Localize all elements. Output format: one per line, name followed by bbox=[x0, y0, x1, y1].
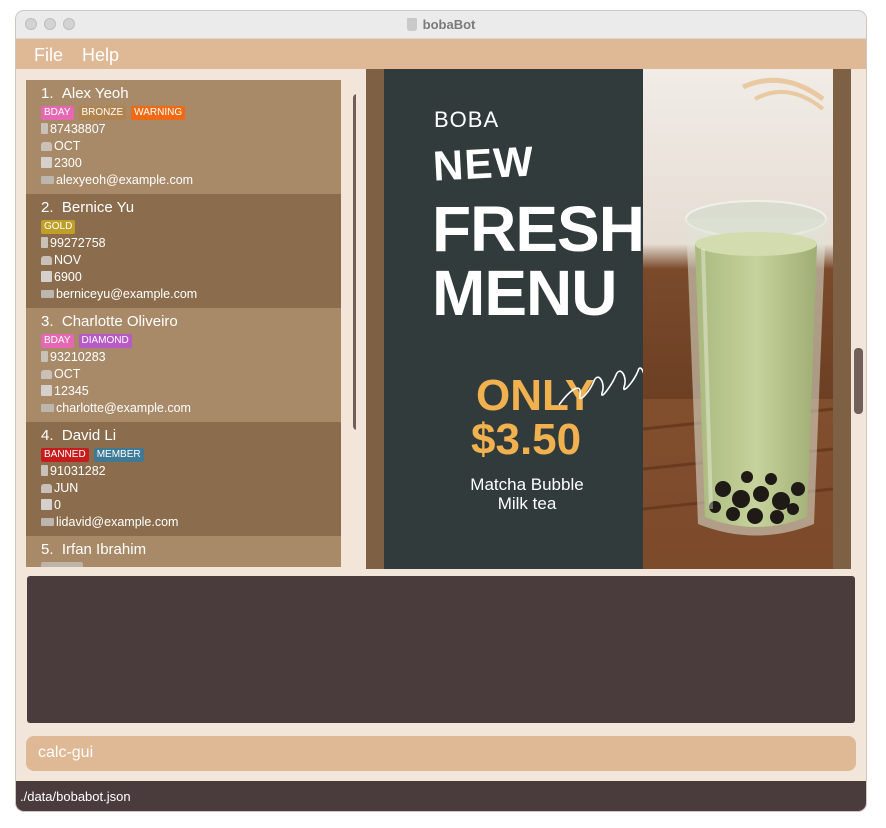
tag-badge: MEMBER bbox=[93, 448, 144, 462]
window-title: bobaBot bbox=[16, 17, 866, 32]
tag-badge: WARNING bbox=[131, 106, 186, 120]
birthday-field: NOV bbox=[41, 253, 81, 267]
swirl-decoration bbox=[558, 367, 646, 406]
tag-badge: BANNED bbox=[41, 448, 89, 462]
mail-icon bbox=[41, 518, 54, 526]
points-field: 2300 bbox=[41, 156, 82, 170]
points-field: 12345 bbox=[41, 384, 89, 398]
cake-icon bbox=[41, 370, 52, 379]
customer-tags: BDAY BRONZE WARNING bbox=[41, 106, 190, 120]
customer-name: 3. Charlotte Oliveiro bbox=[41, 313, 178, 330]
email-field: berniceyu@example.com bbox=[41, 287, 197, 301]
customer-tags: BANNED MEMBER bbox=[41, 448, 149, 462]
poster-brand: BOBA bbox=[434, 107, 500, 132]
matcha-drink-illustration bbox=[643, 69, 833, 569]
phone-icon bbox=[41, 465, 48, 476]
customer-card[interactable]: 2. Bernice Yu GOLD 99272758 NOV 6900 ber… bbox=[26, 194, 341, 308]
customer-name: 5. Irfan Ibrahim bbox=[41, 541, 147, 558]
customer-tags: BDAY DIAMOND bbox=[41, 334, 137, 348]
tag-badge: BDAY bbox=[41, 106, 74, 120]
command-input-text: calc-gui bbox=[38, 744, 94, 761]
menu-file[interactable]: File bbox=[34, 45, 63, 66]
boba-cup-icon bbox=[406, 18, 417, 31]
customer-card[interactable]: 1. Alex Yeoh BDAY BRONZE WARNING 87438807 … bbox=[26, 80, 341, 194]
menu-bar: File Help bbox=[16, 39, 866, 69]
status-bar: ./data/bobabot.json bbox=[16, 781, 866, 811]
poster-headline-fresh-menu: FRESH MENU bbox=[432, 193, 645, 329]
points-field: 0 bbox=[41, 498, 61, 512]
phone-field: 99272758 bbox=[41, 236, 106, 250]
phone-icon bbox=[41, 351, 48, 362]
tag-badge: DIAMOND bbox=[78, 334, 132, 348]
data-file-path: ./data/bobabot.json bbox=[20, 789, 131, 804]
mail-icon bbox=[41, 404, 54, 412]
matcha-drink-photo bbox=[643, 69, 833, 569]
email-field: lidavid@example.com bbox=[41, 515, 178, 529]
customer-card[interactable]: 3. Charlotte Oliveiro BDAY DIAMOND 932102… bbox=[26, 308, 341, 422]
phone-icon bbox=[41, 237, 48, 248]
birthday-field: OCT bbox=[41, 367, 80, 381]
phone-icon bbox=[41, 123, 48, 134]
email-field: alexyeoh@example.com bbox=[41, 173, 193, 187]
tag-badge: GOLD bbox=[41, 220, 76, 234]
cake-icon bbox=[41, 256, 52, 265]
tag-badge bbox=[41, 562, 83, 567]
tag-badge: BRONZE bbox=[78, 106, 127, 120]
title-bar: bobaBot bbox=[16, 11, 866, 39]
gift-icon bbox=[41, 499, 52, 510]
mail-icon bbox=[41, 290, 54, 298]
birthday-field: JUN bbox=[41, 481, 78, 495]
points-field: 6900 bbox=[41, 270, 82, 284]
promo-image-panel: BOBA NEW FRESH MENU ONLY $3.50 Matcha Bub… bbox=[366, 69, 866, 569]
menu-help[interactable]: Help bbox=[82, 45, 119, 66]
tag-badge: BDAY bbox=[41, 334, 74, 348]
customer-list-scrollbar[interactable] bbox=[353, 94, 356, 430]
result-display bbox=[27, 576, 855, 723]
gift-icon bbox=[41, 271, 52, 282]
email-field: charlotte@example.com bbox=[41, 401, 191, 415]
customer-list[interactable]: 1. Alex Yeoh BDAY BRONZE WARNING 87438807 … bbox=[26, 80, 356, 567]
poster-product: Matcha Bubble Milk tea bbox=[470, 475, 584, 513]
phone-field: 91031282 bbox=[41, 464, 106, 478]
customer-tags bbox=[41, 562, 88, 567]
cake-icon bbox=[41, 142, 52, 151]
mail-icon bbox=[41, 176, 54, 184]
promo-image-frame: BOBA NEW FRESH MENU ONLY $3.50 Matcha Bub… bbox=[366, 69, 851, 569]
phone-field: 93210283 bbox=[41, 350, 106, 364]
poster-price: $3.50 bbox=[471, 415, 582, 464]
customer-name: 2. Bernice Yu bbox=[41, 199, 135, 216]
promo-poster: BOBA NEW FRESH MENU ONLY $3.50 Matcha Bub… bbox=[384, 69, 646, 569]
customer-name: 4. David Li bbox=[41, 427, 117, 444]
gift-icon bbox=[41, 157, 52, 168]
image-scrollbar-track[interactable] bbox=[851, 69, 866, 569]
phone-field: 87438807 bbox=[41, 122, 106, 136]
poster-headline-new: NEW bbox=[431, 137, 536, 190]
gift-icon bbox=[41, 385, 52, 396]
image-scrollbar[interactable] bbox=[854, 348, 863, 414]
customer-name: 1. Alex Yeoh bbox=[41, 85, 129, 102]
app-window: bobaBot File Help 1. Alex Yeoh BDAY BRONZ… bbox=[16, 11, 866, 811]
customer-card[interactable]: 5. Irfan Ibrahim bbox=[26, 536, 341, 567]
customer-card[interactable]: 4. David Li BANNED MEMBER 91031282 JUN 0 … bbox=[26, 422, 341, 536]
customer-tags: GOLD bbox=[41, 220, 80, 234]
cake-icon bbox=[41, 484, 52, 493]
command-input[interactable]: calc-gui bbox=[26, 736, 856, 771]
birthday-field: OCT bbox=[41, 139, 80, 153]
